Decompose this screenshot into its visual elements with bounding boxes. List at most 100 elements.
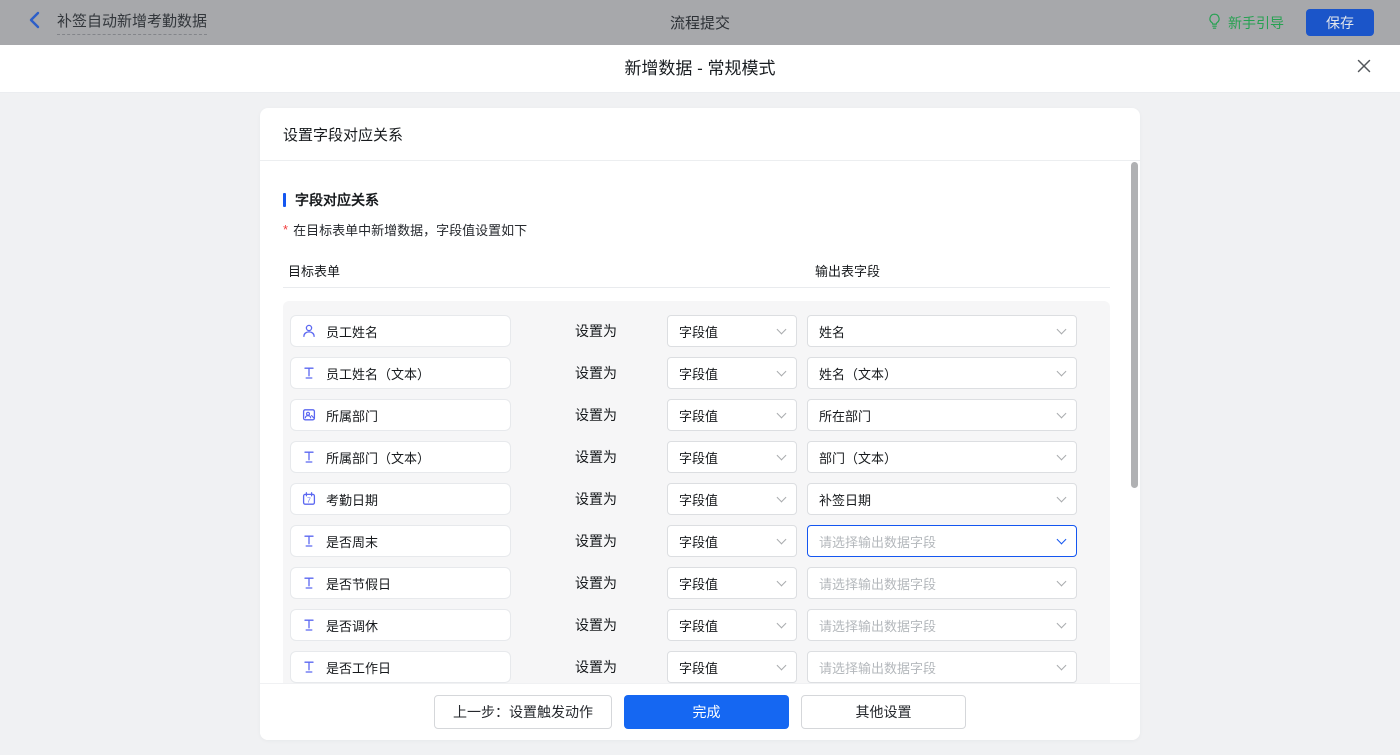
- output-field-select[interactable]: 姓名（文本）: [807, 357, 1077, 389]
- chevron-down-icon: [777, 619, 787, 629]
- operator-label: 设置为: [575, 405, 667, 425]
- value-type-select[interactable]: 字段值: [667, 315, 797, 347]
- operator-label: 设置为: [575, 573, 667, 593]
- chevron-down-icon: [777, 409, 787, 419]
- close-button[interactable]: [1354, 58, 1374, 78]
- output-field-select[interactable]: 请选择输出数据字段: [807, 525, 1077, 557]
- field-mapping-row: 是否调休 设置为 字段值 请选择输出数据字段: [290, 609, 1103, 641]
- output-field-select[interactable]: 补签日期: [807, 483, 1077, 515]
- target-field-label: 员工姓名: [326, 322, 378, 341]
- modal-header: 新增数据 - 常规模式: [0, 45, 1400, 93]
- output-field-select[interactable]: 请选择输出数据字段: [807, 651, 1077, 683]
- mapping-list: 员工姓名 设置为 字段值 姓名 员工姓名（文本） 设置为 字段值 姓名（文本）: [283, 301, 1110, 683]
- target-field-chip[interactable]: 7 考勤日期: [290, 483, 511, 515]
- target-field-chip[interactable]: 是否调休: [290, 609, 511, 641]
- flow-name[interactable]: 补签自动新增考勤数据: [57, 10, 207, 35]
- done-button[interactable]: 完成: [624, 695, 789, 729]
- field-mapping-row: 所属部门 设置为 字段值 所在部门: [290, 399, 1103, 431]
- chevron-down-icon: [1057, 493, 1067, 503]
- chevron-down-icon: [1057, 451, 1067, 461]
- previous-step-button[interactable]: 上一步：设置触发动作: [434, 695, 612, 729]
- output-field-select[interactable]: 所在部门: [807, 399, 1077, 431]
- value-type-select[interactable]: 字段值: [667, 651, 797, 683]
- text-icon: [301, 533, 317, 549]
- scrollbar-thumb[interactable]: [1131, 162, 1138, 488]
- chevron-down-icon: [777, 367, 787, 377]
- value-type-text: 字段值: [679, 616, 718, 635]
- target-field-chip[interactable]: 所属部门: [290, 399, 511, 431]
- chevron-down-icon: [777, 661, 787, 671]
- target-field-chip[interactable]: 所属部门（文本）: [290, 441, 511, 473]
- target-field-label: 所属部门: [326, 406, 378, 425]
- target-field-chip[interactable]: 是否周末: [290, 525, 511, 557]
- field-mapping-row: 7 考勤日期 设置为 字段值 补签日期: [290, 483, 1103, 515]
- chevron-down-icon: [1057, 325, 1067, 335]
- output-field-text: 姓名（文本）: [819, 364, 897, 383]
- output-field-text: 部门（文本）: [819, 448, 897, 467]
- value-type-select[interactable]: 字段值: [667, 567, 797, 599]
- required-mark: *: [283, 222, 288, 237]
- calendar-icon: 7: [301, 491, 317, 507]
- value-type-text: 字段值: [679, 574, 718, 593]
- value-type-select[interactable]: 字段值: [667, 525, 797, 557]
- other-settings-button[interactable]: 其他设置: [801, 695, 966, 729]
- text-icon: [301, 617, 317, 633]
- chevron-down-icon: [1057, 619, 1067, 629]
- target-field-label: 是否工作日: [326, 658, 391, 677]
- department-icon: [301, 407, 317, 423]
- close-icon: [1356, 58, 1372, 79]
- chevron-down-icon: [1057, 367, 1067, 377]
- field-mapping-row: 是否周末 设置为 字段值 请选择输出数据字段: [290, 525, 1103, 557]
- output-field-select[interactable]: 请选择输出数据字段: [807, 609, 1077, 641]
- value-type-text: 字段值: [679, 658, 718, 677]
- section-accent-bar: [283, 193, 286, 207]
- chevron-left-icon: [27, 10, 40, 35]
- output-field-text: 请选择输出数据字段: [819, 532, 936, 551]
- value-type-text: 字段值: [679, 322, 718, 341]
- target-field-chip[interactable]: 是否节假日: [290, 567, 511, 599]
- back-button[interactable]: [27, 13, 41, 33]
- value-type-text: 字段值: [679, 406, 718, 425]
- output-field-text: 姓名: [819, 322, 845, 341]
- card-header: 设置字段对应关系: [260, 108, 1140, 161]
- section-title-text: 字段对应关系: [295, 190, 379, 210]
- output-field-text: 所在部门: [819, 406, 871, 425]
- value-type-text: 字段值: [679, 448, 718, 467]
- column-header-output: 输出表字段: [815, 261, 880, 280]
- text-icon: [301, 659, 317, 675]
- field-mapping-row: 是否节假日 设置为 字段值 请选择输出数据字段: [290, 567, 1103, 599]
- output-field-select[interactable]: 姓名: [807, 315, 1077, 347]
- output-field-select[interactable]: 请选择输出数据字段: [807, 567, 1077, 599]
- column-headers: 目标表单 输出表字段: [283, 261, 1110, 278]
- text-icon: [301, 365, 317, 381]
- save-button[interactable]: 保存: [1306, 9, 1374, 36]
- target-field-chip[interactable]: 员工姓名（文本）: [290, 357, 511, 389]
- value-type-select[interactable]: 字段值: [667, 357, 797, 389]
- value-type-select[interactable]: 字段值: [667, 441, 797, 473]
- modal-body: 设置字段对应关系 字段对应关系 * 在目标表单中新增数据，字段值设置如下 目标表…: [0, 93, 1400, 755]
- operator-label: 设置为: [575, 615, 667, 635]
- value-type-select[interactable]: 字段值: [667, 609, 797, 641]
- header-divider: [283, 287, 1110, 288]
- section-hint: * 在目标表单中新增数据，字段值设置如下: [283, 220, 1110, 239]
- output-field-select[interactable]: 部门（文本）: [807, 441, 1077, 473]
- output-field-text: 请选择输出数据字段: [819, 658, 936, 677]
- target-field-chip[interactable]: 员工姓名: [290, 315, 511, 347]
- target-field-label: 员工姓名（文本）: [326, 364, 430, 383]
- output-field-text: 补签日期: [819, 490, 871, 509]
- chevron-down-icon: [1057, 661, 1067, 671]
- beginner-guide-link[interactable]: 新手引导: [1207, 13, 1284, 33]
- value-type-select[interactable]: 字段值: [667, 399, 797, 431]
- text-icon: [301, 449, 317, 465]
- operator-label: 设置为: [575, 363, 667, 383]
- user-icon: [301, 323, 317, 339]
- output-field-text: 请选择输出数据字段: [819, 616, 936, 635]
- target-field-chip[interactable]: 是否工作日: [290, 651, 511, 683]
- hint-text: 在目标表单中新增数据，字段值设置如下: [293, 220, 527, 239]
- field-mapping-row: 所属部门（文本） 设置为 字段值 部门（文本）: [290, 441, 1103, 473]
- lightbulb-icon: [1207, 13, 1222, 33]
- value-type-select[interactable]: 字段值: [667, 483, 797, 515]
- target-field-label: 是否节假日: [326, 574, 391, 593]
- operator-label: 设置为: [575, 657, 667, 677]
- target-field-label: 是否周末: [326, 532, 378, 551]
